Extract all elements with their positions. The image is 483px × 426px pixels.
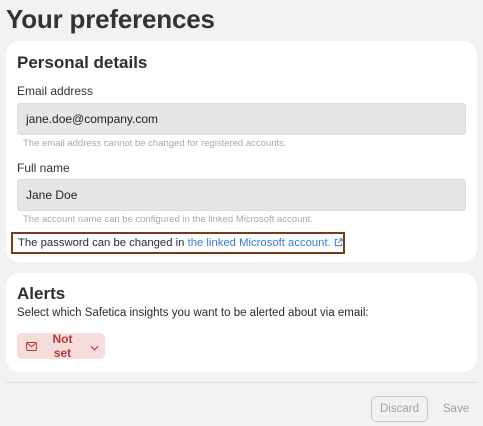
save-button[interactable]: Save	[436, 396, 476, 422]
password-note-text: The password can be changed in	[18, 237, 188, 249]
chevron-down-icon	[90, 339, 99, 354]
discard-button[interactable]: Discard	[371, 396, 428, 422]
full-name-helper-text: The account name can be configured in th…	[23, 214, 313, 225]
microsoft-account-link[interactable]: the linked Microsoft account.	[188, 237, 343, 249]
page-title: Your preferences	[6, 4, 215, 34]
alerts-card: Alerts Select which Safetica insights yo…	[6, 273, 477, 372]
password-note: The password can be changed in the linke…	[11, 232, 345, 254]
footer-divider	[6, 382, 477, 383]
microsoft-account-link-label: the linked Microsoft account.	[187, 237, 331, 249]
email-label: Email address	[17, 84, 94, 98]
full-name-label: Full name	[17, 161, 70, 175]
personal-details-title: Personal details	[17, 53, 148, 72]
email-field[interactable]	[17, 103, 466, 135]
personal-details-card: Personal details Email address The email…	[6, 41, 477, 262]
full-name-field[interactable]	[17, 179, 466, 211]
external-link-icon	[334, 235, 343, 253]
alerts-selector-button[interactable]: Not set	[17, 332, 105, 360]
alerts-description: Select which Safetica insights you want …	[17, 307, 369, 319]
alerts-selector-label: Not set	[52, 332, 73, 360]
alerts-title: Alerts	[17, 284, 66, 303]
envelope-icon	[26, 339, 37, 354]
email-helper-text: The email address cannot be changed for …	[23, 138, 287, 149]
